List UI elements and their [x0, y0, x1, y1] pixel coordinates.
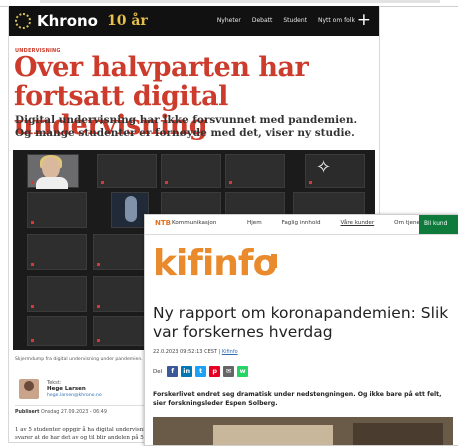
published-value: Onsdag 27.09.2023 - 06:49	[40, 410, 107, 415]
author-name[interactable]: Hege Larsen	[47, 386, 86, 392]
video-tile	[27, 276, 87, 312]
ntb-logo[interactable]: NTB	[155, 219, 171, 227]
nav-student[interactable]: Student	[283, 17, 307, 24]
kifinfo-navbar: NTB Kommunikasjon Hjem Faglig innhold Vå…	[145, 215, 458, 235]
byline: Tekst: Hege Larsen hege.larsen@khrono.no	[19, 379, 149, 401]
kifinfo-source-link[interactable]: Kifinfo	[222, 349, 238, 355]
kifinfo-article-image	[153, 417, 453, 445]
plus-icon[interactable]: +	[357, 10, 371, 30]
linkedin-share-icon[interactable]: in	[181, 366, 193, 377]
video-tile-avatar: ✧	[305, 154, 365, 188]
kifinfo-date: 22.0.2023 09:52:13 CEST |	[153, 349, 221, 355]
ntb-logo-sub: Kommunikasjon	[172, 220, 217, 226]
khrono-header: Khrono 10 år Nyheter Debatt Student Nytt …	[9, 6, 379, 36]
article-lead: Digital undervisning har ikke forsvunnet…	[15, 114, 358, 139]
nav-nyheter[interactable]: Nyheter	[217, 17, 241, 24]
share-label: Del	[153, 368, 163, 375]
share-bar: Del f in t p ✉ w	[153, 366, 249, 377]
khrono-logo-icon	[15, 13, 31, 29]
kifinfo-menu: Hjem Faglig innhold Våre kunder Om tjene…	[247, 220, 432, 226]
body-line: svarer at de har det av og til blir ande…	[15, 435, 148, 441]
kifinfo-meta: 22.0.2023 09:52:13 CEST | Kifinfo	[153, 349, 238, 355]
pinterest-share-icon[interactable]: p	[209, 366, 221, 377]
menu-hjem[interactable]: Hjem	[247, 220, 262, 226]
twitter-share-icon[interactable]: t	[195, 366, 207, 377]
menu-faglig-innhold[interactable]: Faglig innhold	[282, 220, 321, 226]
video-tile	[97, 154, 157, 188]
dove-icon: ✧	[316, 157, 332, 178]
background-page-text	[40, 0, 440, 3]
article-body: 1 av 5 studenter oppgir å ha digital und…	[15, 426, 155, 442]
body-line: 1 av 5 studenter oppgir å ha digital und…	[15, 427, 146, 433]
nav-debatt[interactable]: Debatt	[252, 17, 273, 24]
kifinfo-logo[interactable]: kifinfo	[153, 244, 277, 284]
khrono-logo[interactable]: Khrono 10 år	[15, 12, 148, 30]
video-tile	[27, 234, 87, 270]
author-avatar	[19, 379, 39, 399]
image-caption: Skjermdump fra digital undervisning unde…	[15, 357, 160, 362]
nav-nytt-om-folk[interactable]: Nytt om folk	[318, 17, 355, 24]
divider	[15, 405, 150, 406]
khrono-nav: Nyheter Debatt Student Nytt om folk	[217, 17, 355, 24]
kifinfo-article-window: NTB Kommunikasjon Hjem Faglig innhold Vå…	[144, 214, 458, 446]
kifinfo-lead: Forskerlivet endret seg dramatisk under …	[153, 391, 442, 407]
video-tile	[27, 316, 87, 346]
email-share-icon[interactable]: ✉	[223, 366, 235, 377]
become-customer-button[interactable]: Bli kund	[419, 215, 458, 234]
khrono-logo-anniversary: 10 år	[107, 13, 148, 29]
video-tile	[225, 154, 285, 188]
menu-vare-kunder[interactable]: Våre kunder	[341, 220, 375, 226]
published-date: Publisert Onsdag 27.09.2023 - 06:49	[15, 410, 107, 415]
facebook-share-icon[interactable]: f	[167, 366, 179, 377]
published-label: Publisert	[15, 410, 40, 415]
video-tile-presenter	[27, 154, 79, 189]
kifinfo-article-title: Ny rapport om koronapandemien: Slik var …	[153, 304, 449, 341]
video-tile	[161, 154, 221, 188]
khrono-logo-text: Khrono	[37, 12, 98, 30]
video-tile	[27, 192, 87, 228]
kifinfo-logo-mark	[271, 254, 277, 268]
whatsapp-share-icon[interactable]: w	[237, 366, 249, 377]
author-email-link[interactable]: hege.larsen@khrono.no	[47, 393, 102, 398]
